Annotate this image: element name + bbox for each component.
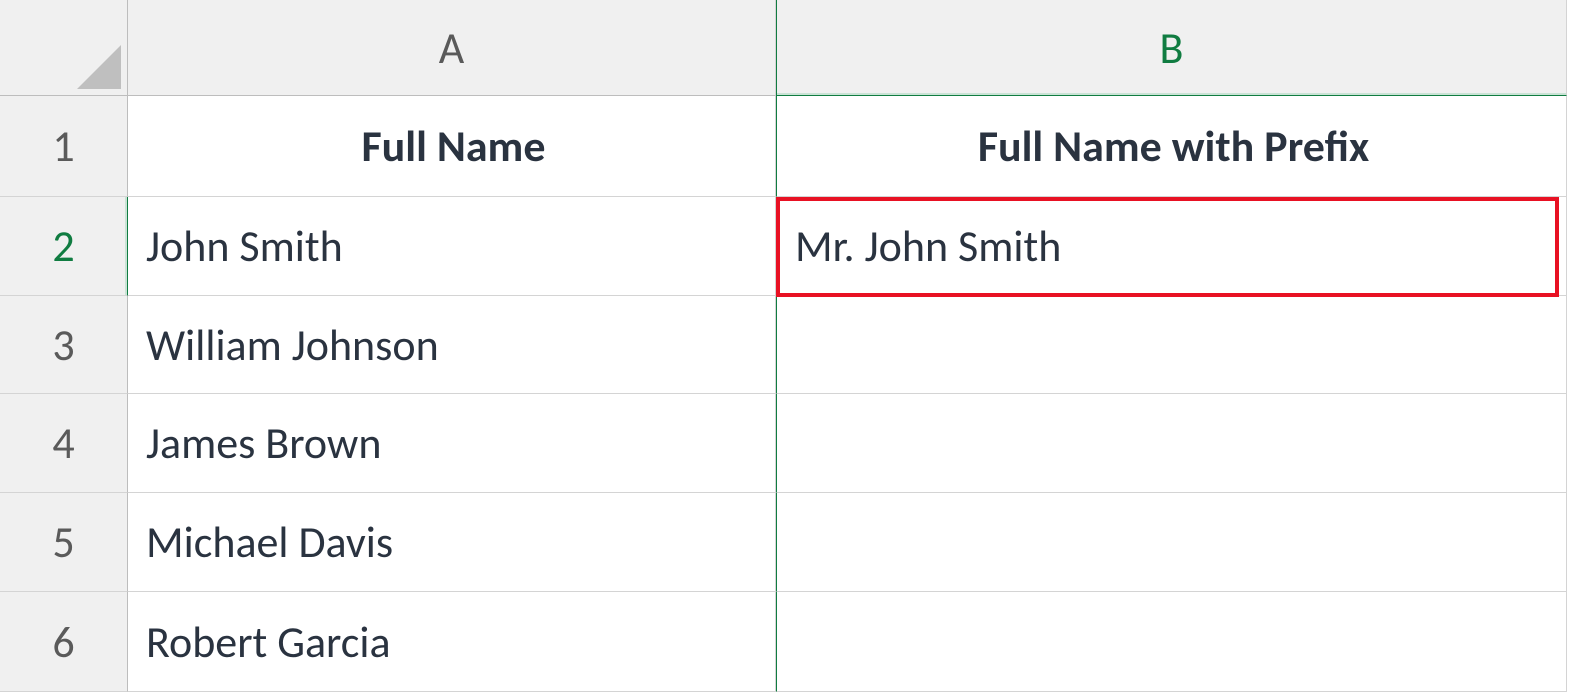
cell-A6[interactable]: Robert Garcia bbox=[128, 592, 776, 692]
cell-value: William Johnson bbox=[146, 318, 439, 372]
row-header-label: 1 bbox=[52, 119, 74, 173]
cell-A1[interactable]: Full Name bbox=[128, 96, 776, 197]
select-all-corner[interactable] bbox=[0, 0, 128, 96]
cell-value: Full Name bbox=[146, 119, 761, 173]
column-header-B[interactable]: B bbox=[776, 0, 1567, 96]
cell-value: Full Name with Prefix bbox=[795, 119, 1552, 173]
cell-value: James Brown bbox=[146, 416, 381, 470]
column-header-label: A bbox=[439, 21, 464, 75]
row-header-label: 2 bbox=[52, 219, 74, 273]
cell-value: Robert Garcia bbox=[146, 615, 391, 669]
row-header-5[interactable]: 5 bbox=[0, 493, 128, 592]
row-header-1[interactable]: 1 bbox=[0, 96, 128, 197]
row-header-label: 4 bbox=[52, 416, 74, 470]
cell-B5[interactable] bbox=[776, 493, 1567, 592]
cell-A5[interactable]: Michael Davis bbox=[128, 493, 776, 592]
row-header-6[interactable]: 6 bbox=[0, 592, 128, 692]
select-all-triangle-icon bbox=[77, 45, 121, 89]
cell-B4[interactable] bbox=[776, 394, 1567, 493]
spreadsheet-grid: A B 1 Full Name Full Name with Prefix 2 … bbox=[0, 0, 1571, 693]
cell-A3[interactable]: William Johnson bbox=[128, 296, 776, 394]
cell-value: Michael Davis bbox=[146, 515, 393, 569]
cell-B2[interactable]: Mr. John Smith bbox=[776, 197, 1567, 296]
row-header-label: 5 bbox=[52, 515, 74, 569]
cell-value: Mr. John Smith bbox=[795, 219, 1061, 273]
cell-A2[interactable]: John Smith bbox=[128, 197, 776, 296]
row-header-4[interactable]: 4 bbox=[0, 394, 128, 493]
row-header-label: 6 bbox=[52, 615, 74, 669]
column-header-label: B bbox=[1160, 21, 1184, 75]
cell-B6[interactable] bbox=[776, 592, 1567, 692]
column-header-A[interactable]: A bbox=[128, 0, 776, 96]
cell-B3[interactable] bbox=[776, 296, 1567, 394]
cell-A4[interactable]: James Brown bbox=[128, 394, 776, 493]
cell-value: John Smith bbox=[146, 219, 343, 273]
cell-B1[interactable]: Full Name with Prefix bbox=[776, 96, 1567, 197]
row-header-2[interactable]: 2 bbox=[0, 197, 128, 296]
row-header-3[interactable]: 3 bbox=[0, 296, 128, 394]
row-header-label: 3 bbox=[52, 318, 74, 372]
